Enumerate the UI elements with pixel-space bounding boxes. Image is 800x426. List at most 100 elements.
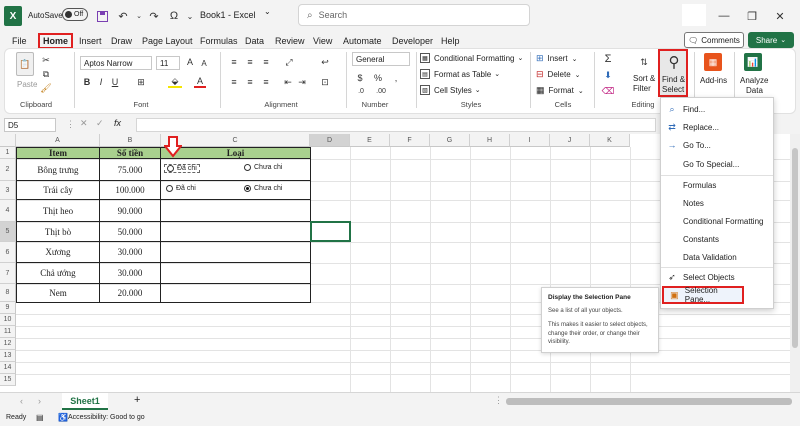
wrap-text-icon[interactable]: ↩ <box>318 56 332 68</box>
add-ins-label[interactable]: Add-ins <box>700 76 727 85</box>
bold-icon[interactable]: B <box>82 76 92 88</box>
tab-help[interactable]: Help <box>441 34 460 48</box>
option-button-unpaid[interactable]: Chưa chi <box>244 185 282 192</box>
increase-font-icon[interactable]: A <box>184 55 196 69</box>
align-right-icon[interactable]: ≡ <box>260 76 272 88</box>
font-color-icon[interactable]: A <box>194 76 206 88</box>
align-middle-icon[interactable]: ≡ <box>244 56 256 68</box>
row-header[interactable]: 15 <box>0 374 16 386</box>
analyze-label-2[interactable]: Data <box>746 86 763 95</box>
align-center-icon[interactable]: ≡ <box>244 76 256 88</box>
share-button[interactable]: Share ⌄ <box>748 32 794 48</box>
table-row-item[interactable]: Chả ướng <box>16 263 100 284</box>
font-size-combo[interactable]: 11 <box>156 56 180 70</box>
insert-cells-button[interactable]: ⊞ Insert ⌄ <box>536 53 577 64</box>
column-header[interactable]: D <box>310 134 350 147</box>
format-as-table-button[interactable]: ▤ Format as Table ⌄ <box>420 69 500 79</box>
avatar[interactable] <box>682 4 706 26</box>
tab-view[interactable]: View <box>313 34 332 48</box>
tab-formulas[interactable]: Formulas <box>200 34 238 48</box>
analyze-data-icon[interactable]: 📊 <box>744 53 762 71</box>
name-box[interactable]: D5 <box>4 118 56 132</box>
table-row-item[interactable]: Thịt bò <box>16 222 100 242</box>
tab-home[interactable]: Home <box>38 33 74 49</box>
add-sheet-button[interactable]: + <box>134 394 140 406</box>
undo-dropdown-icon[interactable]: ⌄ <box>134 6 144 26</box>
autosave-toggle[interactable]: Off <box>62 8 88 21</box>
minimize-icon[interactable]: — <box>716 6 732 26</box>
find-select-button[interactable]: ⚲ Find & Select <box>658 49 688 97</box>
fill-down-icon[interactable]: ⬇ <box>602 69 614 81</box>
column-header[interactable]: F <box>390 134 430 147</box>
decrease-indent-icon[interactable]: ⇤ <box>282 76 294 88</box>
table-row-item[interactable]: Trái cây <box>16 181 100 200</box>
table-row-type[interactable] <box>161 200 311 222</box>
horizontal-scrollbar[interactable] <box>506 398 792 405</box>
menu-item-select-objects[interactable]: ➶ Select Objects <box>661 268 773 286</box>
table-row-amount[interactable]: 30.000 <box>100 263 161 284</box>
menu-item-conditional-formatting[interactable]: Conditional Formatting <box>661 212 773 230</box>
align-left-icon[interactable]: ≡ <box>228 76 240 88</box>
table-header-type[interactable]: Loại <box>161 147 311 159</box>
italic-icon[interactable]: I <box>96 76 106 88</box>
row-header[interactable]: 3 <box>0 181 16 200</box>
table-row-type[interactable] <box>161 263 311 284</box>
row-header[interactable]: 12 <box>0 338 16 350</box>
sort-label-2[interactable]: Filter <box>633 84 651 93</box>
clear-icon[interactable]: ⌫ <box>602 85 615 97</box>
menu-item-notes[interactable]: Notes <box>661 194 773 212</box>
table-row-item[interactable]: Bông trưng <box>16 159 100 181</box>
menu-item-replace[interactable]: ⇄ Replace... <box>661 118 773 136</box>
row-header[interactable]: 9 <box>0 302 16 314</box>
row-header[interactable]: 5 <box>0 222 16 242</box>
sort-filter-icon[interactable]: ⇅ <box>632 53 656 71</box>
column-header[interactable]: J <box>550 134 590 147</box>
more-options-icon[interactable]: ⋮ <box>494 395 503 406</box>
omega-symbol-icon[interactable]: Ω <box>166 6 182 26</box>
vertical-scrollbar[interactable] <box>790 134 800 392</box>
increase-indent-icon[interactable]: ⇥ <box>296 76 308 88</box>
row-header[interactable]: 14 <box>0 362 16 374</box>
table-row-amount[interactable]: 90.000 <box>100 200 161 222</box>
table-row-item[interactable]: Nem <box>16 284 100 303</box>
undo-icon[interactable]: ↶ <box>114 6 132 26</box>
table-row-amount[interactable]: 100.000 <box>100 181 161 200</box>
format-cells-button[interactable]: ▦ Format ⌄ <box>536 85 584 96</box>
orientation-icon[interactable]: ⤢ <box>282 56 296 68</box>
sheet-tab[interactable]: Sheet1 <box>62 393 108 410</box>
table-row-item[interactable]: Xương <box>16 242 100 263</box>
close-icon[interactable]: ✕ <box>772 6 788 26</box>
row-header[interactable]: 8 <box>0 284 16 302</box>
borders-icon[interactable]: ⊞ <box>134 76 148 88</box>
add-ins-icon[interactable]: ▦ <box>704 53 722 71</box>
search-box[interactable]: ⌕ Search <box>298 4 530 26</box>
row-header[interactable]: 13 <box>0 350 16 362</box>
select-all-corner[interactable] <box>0 134 16 147</box>
conditional-formatting-button[interactable]: ▦ Conditional Formatting ⌄ <box>420 53 523 63</box>
table-row-type[interactable] <box>161 222 311 242</box>
column-header[interactable]: A <box>16 134 100 147</box>
tab-review[interactable]: Review <box>275 34 305 48</box>
column-header[interactable]: H <box>470 134 510 147</box>
menu-item-go-to[interactable]: → Go To... <box>661 136 773 154</box>
currency-icon[interactable]: $ <box>354 72 366 84</box>
underline-icon[interactable]: U <box>110 76 120 88</box>
option-button-paid[interactable]: Đã chi <box>166 185 196 192</box>
tab-draw[interactable]: Draw <box>111 34 132 48</box>
menu-item-constants[interactable]: Constants <box>661 230 773 248</box>
align-bottom-icon[interactable]: ≡ <box>260 56 272 68</box>
column-header[interactable]: I <box>510 134 550 147</box>
macro-icon[interactable]: ▤ <box>36 413 44 422</box>
menu-item-go-to-special[interactable]: Go To Special... <box>661 155 773 173</box>
sort-label-1[interactable]: Sort & <box>633 74 655 83</box>
save-icon[interactable] <box>94 6 110 26</box>
column-header[interactable]: E <box>350 134 390 147</box>
menu-item-find[interactable]: ⌕ Find... <box>661 100 773 118</box>
align-top-icon[interactable]: ≡ <box>228 56 240 68</box>
paste-label[interactable]: Paste <box>17 80 37 89</box>
copy-icon[interactable]: ⧉ <box>40 68 52 80</box>
row-header[interactable]: 2 <box>0 159 16 181</box>
accessibility-icon[interactable]: ♿ <box>58 413 68 422</box>
table-row-type[interactable] <box>161 284 311 303</box>
scroll-right-icon[interactable]: › <box>38 396 41 406</box>
